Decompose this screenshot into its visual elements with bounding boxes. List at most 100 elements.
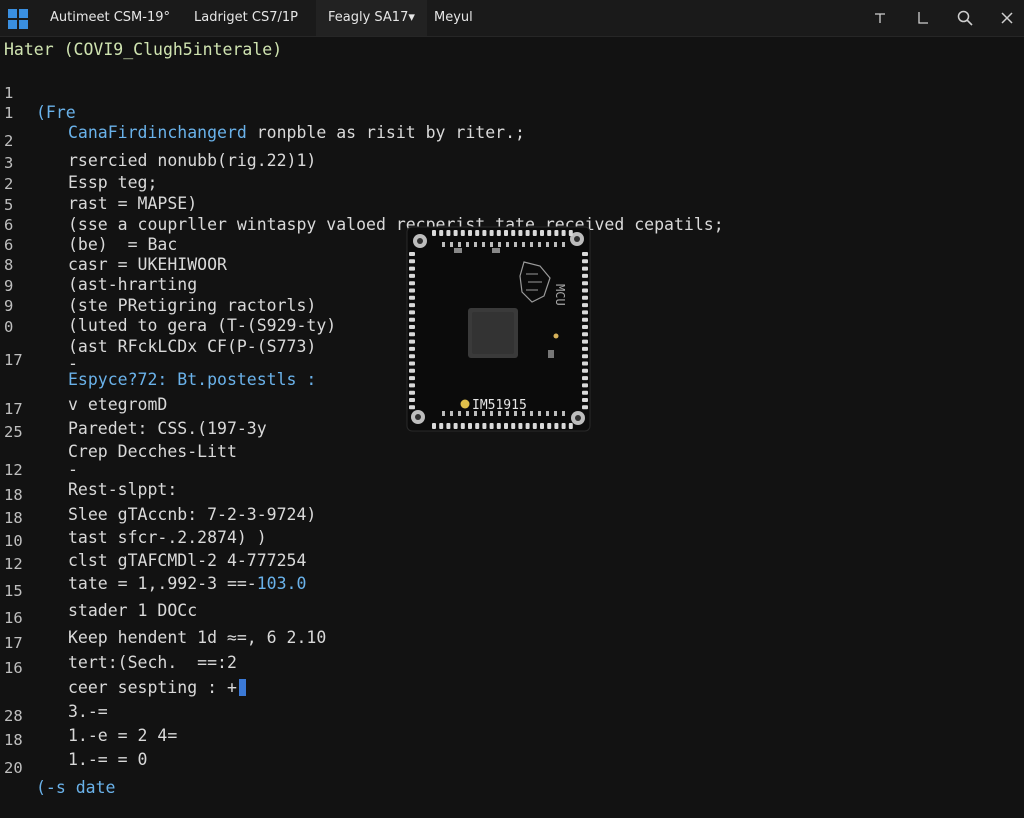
pin-pad bbox=[409, 368, 415, 373]
inner-pin bbox=[546, 242, 549, 247]
code-line[interactable]: 18 Slee gTAccnb: 7-2-3-9724) bbox=[0, 465, 316, 524]
pin-pad bbox=[409, 310, 415, 315]
pin-pad bbox=[582, 252, 588, 256]
pin-pad bbox=[525, 230, 530, 236]
line-text: tert:(Sech. ==:2 bbox=[68, 653, 237, 672]
pin-pad bbox=[409, 354, 415, 359]
inner-pin bbox=[458, 411, 461, 416]
code-line[interactable]: 10 clst gTAFCMDl-2 4-777254 bbox=[0, 511, 306, 570]
close-icon[interactable] bbox=[987, 0, 1024, 36]
pin-pad bbox=[475, 230, 480, 236]
pin-pad bbox=[409, 398, 415, 402]
pin-pad bbox=[475, 423, 480, 429]
code-line[interactable]: 5 (sse a couprller wintaspy valoed recpe… bbox=[0, 175, 724, 234]
line-text: rast = MAPSE) bbox=[68, 194, 198, 213]
pin-pad bbox=[532, 423, 537, 429]
inner-pin bbox=[546, 411, 549, 416]
code-line[interactable]: 12 Rest-slppt: bbox=[0, 440, 177, 499]
code-line[interactable]: 2 rast = MAPSE) bbox=[0, 154, 197, 213]
pin-pad bbox=[582, 332, 588, 337]
line-text: (luted to gera (T-(S929-ty) bbox=[68, 316, 337, 335]
pin-pad bbox=[582, 259, 588, 264]
pin-pad bbox=[518, 230, 523, 236]
pin-pad bbox=[582, 361, 588, 366]
line-text: stader 1 DOCc bbox=[68, 601, 198, 620]
line-text: rsercied nonubb(rig.22)1) bbox=[68, 151, 317, 170]
code-line[interactable]: 6 (be) = Bac bbox=[0, 195, 177, 254]
code-line[interactable]: 15 stader 1 DOCc bbox=[0, 561, 197, 620]
tab-feagly[interactable]: Feagly SA17▾ bbox=[316, 0, 427, 36]
pin-pad bbox=[409, 259, 415, 264]
inner-pin bbox=[562, 242, 565, 247]
code-line[interactable]: 3.-= bbox=[0, 662, 108, 721]
pin-pad bbox=[582, 325, 588, 329]
search-icon[interactable] bbox=[945, 0, 985, 36]
code-line[interactable]: - bbox=[0, 420, 78, 479]
pin-pad bbox=[409, 346, 415, 351]
pin-pad bbox=[409, 325, 415, 329]
inner-pin bbox=[530, 411, 533, 416]
code-line[interactable]: 3 Essp teg; bbox=[0, 133, 157, 192]
pin-pad bbox=[460, 230, 465, 236]
pin-pad bbox=[409, 295, 415, 300]
code-line[interactable]: 16 Keep hendent 1d ≈=, 6 2.10 bbox=[0, 588, 326, 647]
code-line[interactable]: 12 tate = 1,.992-3 ==-103.0 bbox=[0, 534, 306, 593]
pin-pad bbox=[409, 332, 415, 337]
code-line[interactable]: 18 1.-= = 0 bbox=[0, 710, 147, 769]
pin-pad bbox=[540, 423, 544, 429]
pin-pad bbox=[582, 398, 588, 402]
pin-pad bbox=[582, 273, 588, 278]
inner-pin bbox=[442, 242, 445, 247]
code-line[interactable]: 28 1.-e = 2 4= bbox=[0, 686, 177, 745]
pin-pad bbox=[409, 376, 415, 381]
tau-icon[interactable] bbox=[860, 0, 900, 36]
code-line[interactable]: 17 Paredet: CSS.(197-3y bbox=[0, 379, 267, 438]
pin-pad bbox=[409, 273, 415, 278]
pin-pad bbox=[409, 281, 415, 286]
code-line[interactable]: v etegromD bbox=[0, 355, 167, 414]
pin-pad bbox=[496, 230, 501, 236]
code-line[interactable]: 16 ceer sespting : + bbox=[0, 638, 246, 697]
code-line[interactable]: 17 tert:(Sech. ==:2 bbox=[0, 613, 237, 672]
pin-pad bbox=[582, 339, 588, 344]
code-line[interactable]: 25 Crep Decches-Litt bbox=[0, 402, 237, 461]
tab-ladriget[interactable]: Ladriget CS7/1P bbox=[194, 0, 298, 36]
corner-icon[interactable] bbox=[903, 0, 943, 36]
tab-autimeet[interactable]: Autimeet CSM-19° bbox=[50, 0, 170, 36]
pin-pad bbox=[439, 423, 444, 429]
pin-pad bbox=[468, 423, 472, 429]
inner-pin bbox=[482, 242, 485, 247]
line-text: casr = UKEHIWOOR bbox=[68, 255, 227, 274]
pin-pad bbox=[504, 230, 508, 236]
line-text: (ast-hrarting bbox=[68, 275, 198, 294]
inner-pin bbox=[442, 411, 445, 416]
file-header: Hater (COVI9_Clugh5interale) bbox=[4, 40, 283, 59]
code-line[interactable]: 6 casr = UKEHIWOOR bbox=[0, 215, 227, 274]
code-line[interactable]: 9 (ste PRetigring ractorls) bbox=[0, 256, 316, 315]
pin-pad bbox=[468, 230, 472, 236]
pin-pad bbox=[582, 376, 588, 381]
pin-pad bbox=[582, 346, 588, 351]
code-line[interactable]: 1 CanaFirdinchangerd ronpble as risit by… bbox=[0, 83, 525, 142]
line-text: tate = 1,.992-3 ==-103.0 bbox=[68, 574, 306, 594]
code-line[interactable]: 2 rsercied nonubb(rig.22)1) bbox=[0, 111, 316, 170]
code-line[interactable]: 8 (ast-hrarting bbox=[0, 235, 197, 294]
line-text: clst gTAFCMDl-2 4-777254 bbox=[68, 551, 307, 570]
microcontroller-board-image: MCU IM51915 bbox=[406, 226, 591, 432]
windows-logo-icon[interactable] bbox=[8, 9, 28, 29]
inner-pin bbox=[506, 242, 509, 247]
inner-pin bbox=[562, 411, 565, 416]
code-line[interactable]: 9 (luted to gera (T-(S929-ty) bbox=[0, 276, 336, 335]
code-line[interactable]: 20 (-s date bbox=[0, 738, 115, 797]
line-text: (be) = Bac bbox=[68, 235, 178, 254]
code-line[interactable]: 17 Espyce?72: Bt.postestls : bbox=[0, 330, 316, 389]
line-text: Paredet: CSS.(197-3y bbox=[68, 419, 267, 438]
line-text: v etegromD bbox=[68, 395, 168, 414]
code-line[interactable]: 1 (Fre bbox=[0, 63, 76, 122]
line-text: Espyce?72: Bt.postestls : bbox=[68, 370, 317, 389]
tab-meyul[interactable]: Meyul bbox=[434, 0, 473, 36]
code-line[interactable]: 18 tast sfcr-.2.2874) ) bbox=[0, 488, 267, 547]
pin-pad bbox=[582, 295, 588, 300]
pin-pad bbox=[446, 230, 451, 236]
pin-pad bbox=[547, 230, 552, 236]
